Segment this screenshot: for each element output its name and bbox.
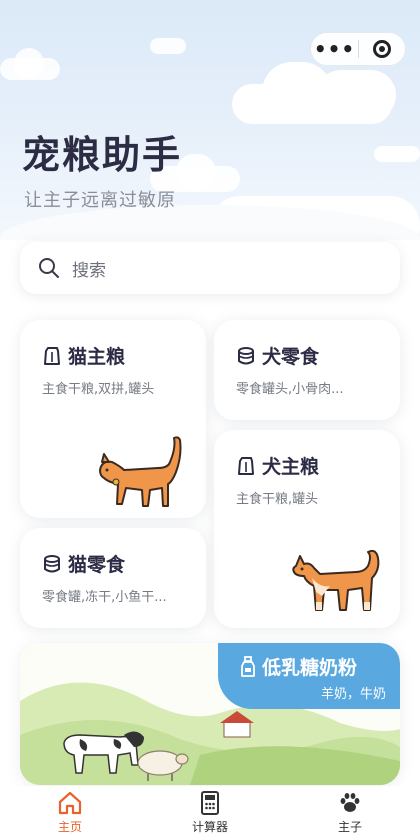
tab-label: 主子 <box>337 820 362 834</box>
card-desc: 主食干粮,罐头 <box>236 492 319 507</box>
category-card-dog-snack[interactable]: 犬零食 零食罐头,小骨肉... <box>214 320 400 420</box>
tab-home[interactable]: 主页 <box>20 790 120 835</box>
search-placeholder: 搜索 <box>72 260 106 281</box>
card-title: 犬主粮 <box>236 452 319 479</box>
dog-illustration <box>292 549 380 611</box>
card-title: 猫零食 <box>42 550 125 577</box>
category-card-cat-snack[interactable]: 猫零食 零食罐,冻干,小鱼干... <box>20 528 206 628</box>
tab-label: 计算器 <box>191 820 228 834</box>
can-icon <box>238 346 254 364</box>
category-card-cat-food[interactable]: 猫主粮 主食干粮,双拼,罐头 <box>20 320 206 518</box>
more-dots-icon[interactable]: ••• <box>311 34 358 64</box>
bottom-tab-bar: 主页 计算器 主子 <box>0 786 420 840</box>
search-icon <box>39 258 59 278</box>
banner-title: 低乳糖奶粉 <box>240 653 357 680</box>
mini-program-capsule: ••• <box>310 32 406 66</box>
page-title: 宠粮助手 <box>22 133 183 177</box>
page-subtitle: 让主子远离过敏原 <box>24 190 176 211</box>
card-title: 犬零食 <box>236 342 319 369</box>
home-icon <box>58 791 82 815</box>
card-desc: 主食干粮,双拼,罐头 <box>42 382 155 397</box>
paw-icon <box>340 793 360 812</box>
search-bar[interactable]: 搜索 <box>20 242 400 294</box>
card-desc: 零食罐,冻干,小鱼干... <box>42 590 167 605</box>
can-icon <box>44 554 60 572</box>
banner-tag: 低乳糖奶粉 羊奶，牛奶 <box>218 643 400 709</box>
milk-bottle-icon <box>241 655 255 677</box>
banner-subtitle: 羊奶，牛奶 <box>320 687 386 702</box>
card-title: 猫主粮 <box>42 342 125 369</box>
target-icon[interactable] <box>359 40 405 58</box>
card-desc: 零食罐头,小骨肉... <box>236 382 344 397</box>
calculator-icon <box>201 791 219 815</box>
cat-illustration <box>99 436 182 507</box>
bag-icon <box>238 456 254 475</box>
bag-icon <box>44 346 60 365</box>
category-card-dog-food[interactable]: 犬主粮 主食干粮,罐头 <box>214 430 400 628</box>
tab-master[interactable]: 主子 <box>300 790 400 835</box>
milk-banner[interactable]: 低乳糖奶粉 羊奶，牛奶 <box>20 643 400 785</box>
tab-label: 主页 <box>57 820 82 834</box>
tab-calculator[interactable]: 计算器 <box>160 790 260 835</box>
